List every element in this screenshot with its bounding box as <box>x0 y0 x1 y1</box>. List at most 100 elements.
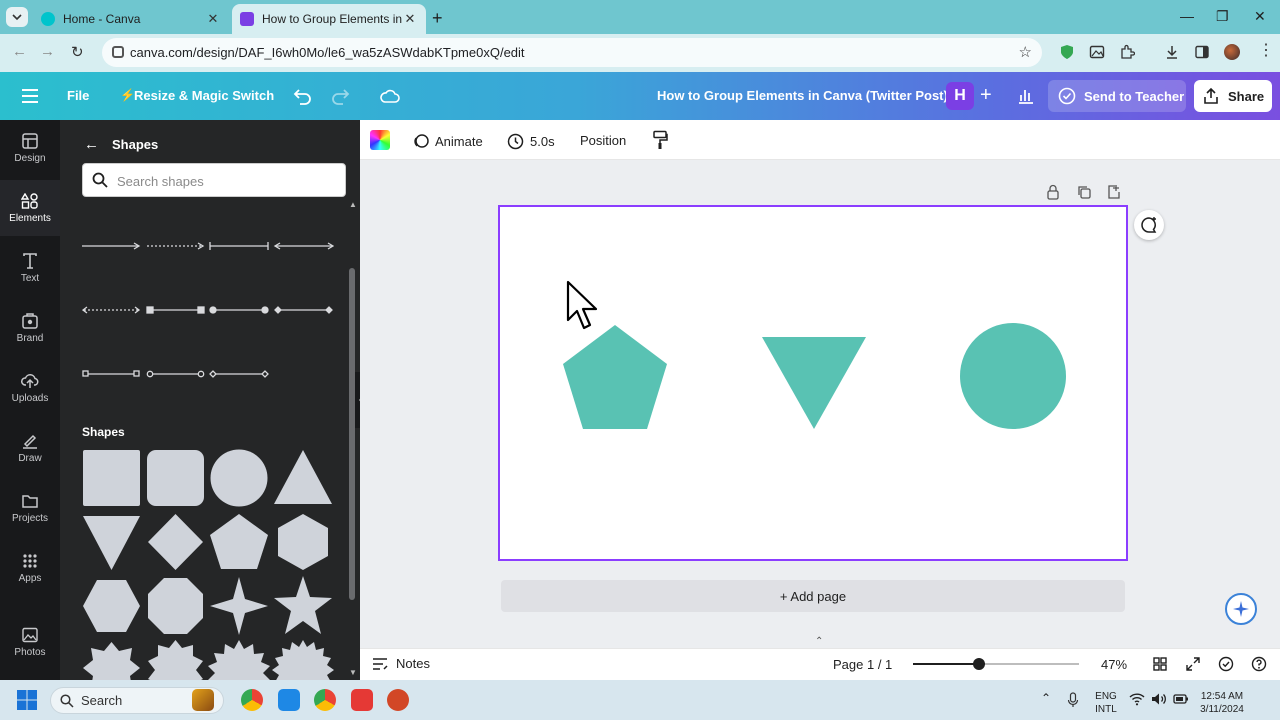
search-input[interactable] <box>117 170 337 192</box>
rail-item-brand[interactable]: Brand <box>0 300 60 356</box>
insights-chart-icon[interactable] <box>1017 87 1035 105</box>
shape-badge-star[interactable] <box>83 642 140 680</box>
close-tab-icon[interactable]: ✕ <box>205 11 221 27</box>
puzzle-extension-icon[interactable] <box>1119 44 1135 60</box>
circle-shape[interactable] <box>960 323 1066 429</box>
tab-group-elements[interactable]: How to Group Elements in Canva ✕ <box>232 4 426 34</box>
close-tab-icon[interactable]: ✕ <box>402 11 418 27</box>
restore-icon[interactable]: ❐ <box>1216 8 1229 25</box>
browser-menu-icon[interactable]: ⋮ <box>1258 40 1274 60</box>
close-window-icon[interactable]: ✕ <box>1254 8 1266 25</box>
line-dotted-arrow[interactable] <box>147 242 205 250</box>
magic-assistant-button[interactable] <box>1225 593 1257 625</box>
zoom-slider-handle[interactable] <box>973 658 985 670</box>
duration-button[interactable]: 5.0s <box>507 133 555 150</box>
add-page-icon[interactable] <box>1106 184 1122 200</box>
shape-rounded-square[interactable] <box>147 450 204 506</box>
line-hollow-diamond-ends[interactable] <box>209 370 269 378</box>
animate-button[interactable]: Animate <box>413 133 483 149</box>
color-picker-swatch[interactable] <box>370 130 390 150</box>
back-arrow-icon[interactable]: ← <box>84 136 99 153</box>
line-hollow-square-ends[interactable] <box>82 370 140 377</box>
shape-square[interactable] <box>83 450 140 506</box>
line-hollow-dot-ends[interactable] <box>146 370 205 378</box>
line-dot-ends[interactable] <box>209 306 269 314</box>
powerpoint-icon[interactable] <box>387 689 409 711</box>
shape-burst-star[interactable] <box>148 640 203 680</box>
shape-triangle[interactable] <box>274 450 332 504</box>
pentagon-shape[interactable] <box>563 325 667 429</box>
side-panel-icon[interactable] <box>1194 44 1210 60</box>
chrome-icon[interactable] <box>241 689 263 711</box>
rail-item-projects[interactable]: Projects <box>0 480 60 536</box>
notepad-icon[interactable] <box>278 689 300 711</box>
shape-circle[interactable] <box>210 449 268 507</box>
position-button[interactable]: Position <box>580 133 626 148</box>
rail-item-uploads[interactable]: Uploads <box>0 360 60 416</box>
language-indicator[interactable]: ENG INTL <box>1094 690 1118 716</box>
zoom-level[interactable]: 47% <box>1101 657 1127 672</box>
line-diamond-ends[interactable] <box>274 306 333 314</box>
fullscreen-icon[interactable] <box>1185 656 1201 672</box>
add-page-button[interactable]: + Add page <box>501 580 1125 612</box>
profile-avatar[interactable] <box>1224 44 1240 60</box>
notes-button[interactable]: Notes <box>372 656 430 671</box>
hamburger-menu-icon[interactable] <box>22 89 38 107</box>
line-double-arrow[interactable] <box>273 242 334 250</box>
clock[interactable]: 12:54 AM 3/11/2024 <box>1196 690 1248 716</box>
wifi-icon[interactable] <box>1129 692 1145 706</box>
line-dotted-double-arrow[interactable] <box>82 306 141 314</box>
widgets-icon[interactable] <box>192 689 214 711</box>
volume-icon[interactable] <box>1151 692 1167 706</box>
shape-four-point-star[interactable] <box>210 577 268 635</box>
address-bar[interactable]: canva.com/design/DAF_I6wh0Mo/le6_wa5zASW… <box>102 38 1042 67</box>
scroll-down-icon[interactable]: ▼ <box>349 668 357 677</box>
bookmark-star-icon[interactable]: ☆ <box>1019 43 1032 61</box>
battery-icon[interactable] <box>1173 693 1189 705</box>
rail-item-elements[interactable]: Elements <box>0 180 60 236</box>
file-menu[interactable]: File <box>67 88 89 103</box>
rail-item-photos[interactable]: Photos <box>0 614 60 670</box>
shapes-search[interactable] <box>82 163 346 197</box>
send-to-teacher-button[interactable]: Send to Teacher <box>1048 80 1186 112</box>
line-square-ends[interactable] <box>146 306 205 314</box>
microphone-icon[interactable] <box>1067 692 1079 708</box>
page-indicator[interactable]: Page 1 / 1 <box>833 657 892 672</box>
paint-format-icon[interactable] <box>652 130 668 150</box>
shape-octagon[interactable] <box>148 578 203 634</box>
tab-search-button[interactable] <box>6 7 28 27</box>
download-icon[interactable] <box>1164 44 1180 60</box>
add-comment-button[interactable] <box>1134 210 1164 240</box>
shape-hexagon[interactable] <box>278 514 328 570</box>
cloud-saved-icon[interactable] <box>380 88 400 104</box>
reload-icon[interactable]: ↻ <box>71 43 84 61</box>
grid-view-icon[interactable] <box>1152 656 1168 672</box>
shape-five-point-star[interactable] <box>274 576 332 634</box>
shape-horizontal-hexagon[interactable] <box>83 580 140 632</box>
shape-inverted-triangle[interactable] <box>83 516 140 570</box>
image-extension-icon[interactable] <box>1089 44 1105 60</box>
line-arrow[interactable] <box>82 242 141 250</box>
add-collaborator-icon[interactable]: + <box>980 84 992 107</box>
design-canvas[interactable] <box>498 205 1128 561</box>
rail-item-text[interactable]: Text <box>0 240 60 296</box>
chrome-profile-icon[interactable] <box>314 689 336 711</box>
duplicate-page-icon[interactable] <box>1076 184 1092 200</box>
rail-item-design[interactable]: Design <box>0 120 60 176</box>
back-icon[interactable]: ← <box>12 43 27 60</box>
design-title[interactable]: How to Group Elements in Canva (Twitter … <box>657 88 948 103</box>
tab-home-canva[interactable]: Home - Canva ✕ <box>33 4 229 34</box>
shape-pentagon[interactable] <box>210 514 268 569</box>
resize-magic-switch-button[interactable]: Resize & Magic Switch <box>134 88 274 103</box>
rail-item-apps[interactable]: Apps <box>0 540 60 596</box>
site-info-icon[interactable] <box>112 46 124 58</box>
new-tab-icon[interactable]: + <box>432 8 443 29</box>
user-avatar[interactable]: H <box>946 82 974 110</box>
chevron-up-icon[interactable]: ⌃ <box>815 636 823 647</box>
undo-icon[interactable] <box>292 87 312 105</box>
shape-seal-star[interactable] <box>208 640 270 680</box>
shape-sun-burst[interactable] <box>272 640 334 680</box>
line-bar-ends[interactable] <box>209 242 269 250</box>
help-icon[interactable] <box>1251 656 1267 672</box>
tray-overflow-icon[interactable]: ⌃ <box>1041 692 1051 705</box>
